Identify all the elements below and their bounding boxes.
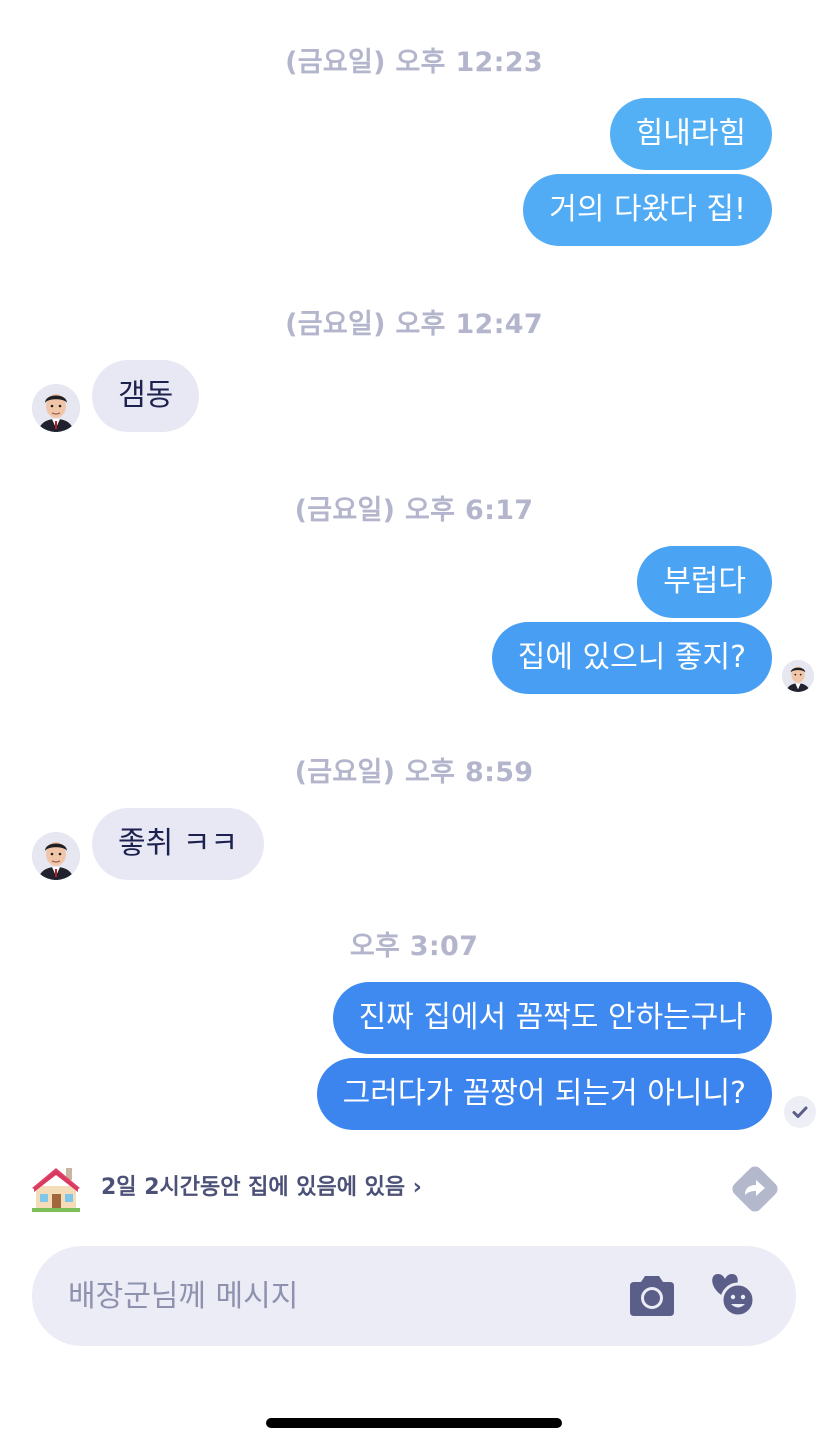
timestamp: (금요일) 오후 12:23: [285, 47, 543, 78]
sticker-heart-face-icon[interactable]: [706, 1268, 760, 1322]
share-arrow-icon[interactable]: [728, 1162, 782, 1216]
home-indicator: [266, 1418, 562, 1428]
outgoing-message-bubble[interactable]: 집에 있으니 좋지?: [491, 622, 772, 694]
timestamp: (금요일) 오후 8:59: [294, 757, 534, 788]
outgoing-message-bubble[interactable]: 그러다가 꼼짱어 되는거 아니니?: [316, 1058, 772, 1130]
status-text[interactable]: 2일 2시간동안 집에 있음에 있음 ›: [101, 1160, 422, 1216]
memoji-avatar-icon: [782, 660, 814, 692]
message-input[interactable]: [68, 1246, 588, 1346]
incoming-message-bubble[interactable]: 갬동: [92, 360, 200, 432]
memoji-avatar-icon: [32, 384, 80, 432]
timestamp: 오후 3:07: [349, 931, 479, 962]
message-composer: [32, 1246, 796, 1346]
timestamp: (금요일) 오후 6:17: [294, 495, 534, 526]
camera-icon[interactable]: [626, 1272, 678, 1320]
outgoing-message-bubble[interactable]: 거의 다왔다 집!: [523, 174, 772, 246]
outgoing-message-bubble[interactable]: 진짜 집에서 꼼짝도 안하는구나: [332, 982, 772, 1054]
location-status-bar[interactable]: 2일 2시간동안 집에 있음에 있음 ›: [30, 1160, 790, 1216]
contact-avatar[interactable]: [32, 384, 80, 432]
memoji-avatar-icon: [32, 832, 80, 880]
incoming-message-bubble[interactable]: 좋취 ㅋㅋ: [92, 808, 264, 880]
read-receipt-check-icon: [784, 1096, 816, 1128]
outgoing-message-bubble[interactable]: 부럽다: [637, 546, 772, 618]
contact-avatar[interactable]: [32, 832, 80, 880]
seen-avatar: [782, 660, 814, 692]
house-icon: [32, 1168, 80, 1212]
outgoing-message-bubble[interactable]: 힘내라힘: [609, 98, 772, 170]
timestamp: (금요일) 오후 12:47: [285, 309, 543, 340]
